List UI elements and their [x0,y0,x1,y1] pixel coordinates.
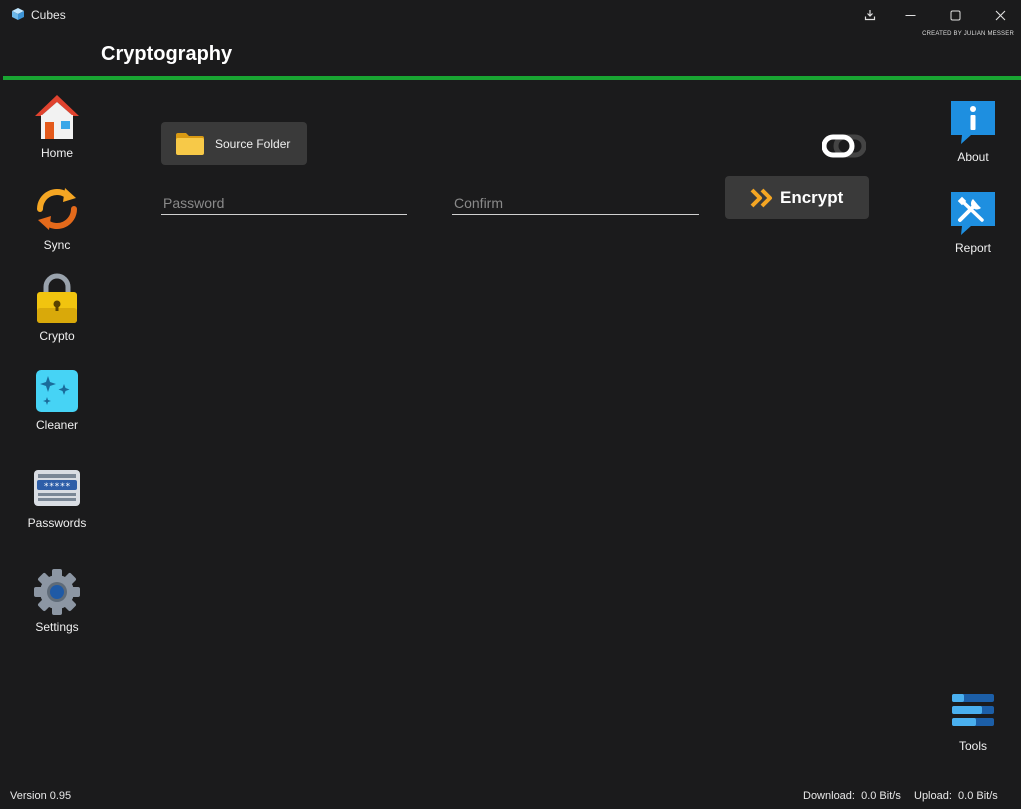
title-bar: Cubes [0,0,1021,30]
sidebar-item-home[interactable]: Home [12,92,102,160]
folder-icon [176,132,204,155]
sidebar-item-label: Crypto [39,329,75,343]
sync-icon [36,188,78,230]
sidebar-item-report[interactable]: Report [928,189,1018,255]
lock-icon [37,273,77,323]
sidebar-item-tools[interactable]: Tools [928,693,1018,753]
version-text: Version 0.95 [10,790,72,802]
close-icon [995,10,1005,20]
download-rate: Download: 0.0 Bit/s [803,790,901,802]
svg-text:*****: ***** [43,482,70,492]
source-folder-button[interactable]: Source Folder [161,122,307,165]
sidebar-item-cleaner[interactable]: Cleaner [12,368,102,432]
double-chevron-icon [750,188,772,207]
upload-rate: Upload: 0.0 Bit/s [914,790,998,802]
confirm-field[interactable] [452,193,699,215]
minimize-button[interactable] [890,0,930,30]
sidebar-item-sync[interactable]: Sync [12,184,102,252]
sidebar-item-label: Tools [958,739,987,753]
header-divider [3,76,1021,80]
sidebar-item-about[interactable]: About [928,98,1018,164]
list-bars-icon [952,694,994,726]
sidebar-item-crypto[interactable]: Crypto [12,273,102,343]
password-field[interactable] [161,193,407,215]
maximize-icon [950,10,960,20]
cube-app-icon [12,8,24,20]
sidebar-item-passwords[interactable]: ***** Passwords [12,466,102,530]
credit-text: CREATED BY JULIAN MESSER [922,31,1014,37]
sidebar-item-label: Passwords [27,516,87,530]
link-toggle-icon[interactable] [822,134,866,158]
gear-icon [34,569,80,615]
encrypt-label: Encrypt [780,187,844,207]
info-icon [951,101,995,144]
sidebar-item-label: Settings [35,620,79,634]
sidebar-item-settings[interactable]: Settings [12,568,102,634]
sidebar-item-label: Cleaner [35,418,79,432]
password-keyboard-icon: ***** [34,470,80,506]
sparkle-icon [36,370,78,412]
download-button[interactable] [850,0,890,30]
page-title: Cryptography [101,43,233,65]
encrypt-button[interactable]: Encrypt [725,176,869,219]
close-button[interactable] [980,0,1020,30]
maximize-button[interactable] [935,0,975,30]
sidebar-item-label: Sync [43,238,71,252]
minimize-icon [905,14,915,16]
sidebar-item-label: Home [40,146,73,160]
home-icon [35,95,79,139]
source-folder-label: Source Folder [215,136,291,151]
app-title: Cubes [31,8,66,22]
sidebar-item-label: Report [954,241,992,255]
sidebar-item-label: About [957,150,989,164]
download-icon [864,10,876,21]
tools-report-icon [951,192,995,235]
